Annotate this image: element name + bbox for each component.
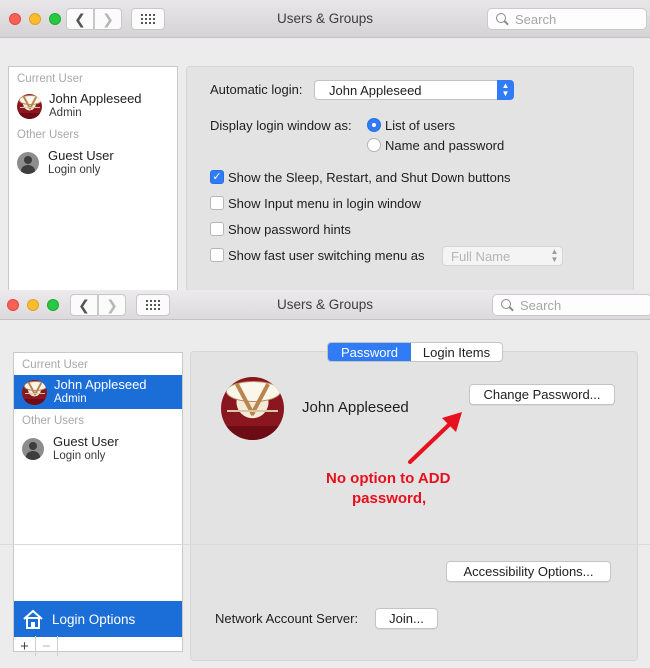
current-user-header: Current User (17, 73, 83, 85)
checkbox-fast-label: Show fast user switching menu as (228, 248, 425, 263)
drum-avatar-icon[interactable] (221, 377, 284, 440)
guest-user-icon (17, 152, 39, 174)
accessibility-options-button[interactable]: Accessibility Options... (446, 561, 611, 582)
radio-name-label: Name and password (385, 138, 505, 153)
sidebar-toolbar: + − (14, 636, 58, 656)
user-row-john[interactable]: John Appleseed Admin (9, 89, 177, 123)
add-user-button[interactable]: + (14, 636, 36, 656)
user-name: John Appleseed (49, 91, 142, 106)
remove-user-button[interactable]: − (36, 636, 58, 656)
user-row-john[interactable]: John Appleseed Admin (14, 375, 182, 409)
search-icon (496, 12, 509, 26)
top-window: ❮ ❯ Users & Groups Search Current User J… (0, 0, 650, 290)
guest-name: Guest User (48, 148, 114, 163)
annotation-line-1: No option to ADD (326, 470, 451, 487)
user-role: Admin (49, 107, 82, 119)
popup-arrows-icon: ▲ ▼ (550, 247, 559, 264)
checkbox-fast-switching[interactable] (210, 248, 224, 262)
search-input[interactable]: Search (487, 8, 647, 30)
search-placeholder: Search (520, 297, 562, 313)
fast-switching-value: Full Name (451, 248, 511, 264)
user-full-name: John Appleseed (302, 399, 409, 416)
popup-arrows-icon: ▲ ▼ (497, 80, 514, 100)
users-sidebar: Current User John Appleseed Admin Other … (8, 66, 178, 290)
guest-name: Guest User (53, 434, 119, 449)
search-placeholder: Search (515, 11, 557, 27)
house-icon (22, 609, 44, 629)
search-icon (501, 298, 514, 312)
bottom-window: ❮ ❯ Users & Groups Search Current User J… (0, 290, 650, 668)
guest-role: Login only (48, 164, 101, 176)
drum-avatar-icon (17, 93, 42, 119)
network-account-label: Network Account Server: (215, 611, 359, 626)
automatic-login-value: John Appleseed (329, 82, 422, 98)
user-name: John Appleseed (54, 377, 147, 392)
user-row-guest[interactable]: Guest User Login only (9, 146, 177, 180)
tab-password[interactable]: Password (328, 343, 411, 361)
automatic-login-popup[interactable]: John Appleseed ▲ ▼ (314, 80, 514, 100)
radio-name-password[interactable] (367, 138, 381, 152)
other-users-header: Other Users (22, 415, 84, 427)
annotation-line-2: password, (352, 490, 427, 507)
search-input[interactable]: Search (492, 294, 650, 316)
titlebar: ❮ ❯ Users & Groups Search (0, 290, 650, 320)
display-login-label: Display login window as: (210, 118, 352, 133)
drum-avatar-icon (22, 379, 47, 405)
radio-list-of-users[interactable] (367, 118, 381, 132)
checkbox-hints-label: Show password hints (228, 222, 351, 237)
fast-switching-popup[interactable]: Full Name ▲ ▼ (442, 246, 563, 266)
guest-user-icon (22, 438, 44, 460)
change-password-button[interactable]: Change Password... (469, 384, 615, 405)
checkbox-input-menu[interactable] (210, 196, 224, 210)
user-role: Admin (54, 393, 87, 405)
join-button[interactable]: Join... (375, 608, 438, 629)
checkbox-hints[interactable] (210, 222, 224, 236)
tab-bar: Password Login Items (327, 342, 503, 362)
checkbox-sleep[interactable]: ✓ (210, 170, 224, 184)
divider (0, 544, 650, 545)
tab-login-items[interactable]: Login Items (411, 343, 502, 361)
login-options-item[interactable]: Login Options (14, 601, 182, 637)
login-options-label: Login Options (52, 611, 136, 627)
radio-list-label: List of users (385, 118, 456, 133)
automatic-login-label: Automatic login: (210, 82, 303, 97)
other-users-header: Other Users (17, 129, 79, 141)
titlebar: ❮ ❯ Users & Groups Search (0, 0, 650, 38)
user-row-guest[interactable]: Guest User Login only (14, 432, 182, 466)
red-arrow-annotation (408, 412, 462, 464)
checkbox-sleep-label: Show the Sleep, Restart, and Shut Down b… (228, 170, 511, 185)
checkbox-input-label: Show Input menu in login window (228, 196, 421, 211)
current-user-header: Current User (22, 359, 88, 371)
users-sidebar: Current User John Appleseed Admin Other … (13, 352, 183, 652)
guest-role: Login only (53, 450, 106, 462)
